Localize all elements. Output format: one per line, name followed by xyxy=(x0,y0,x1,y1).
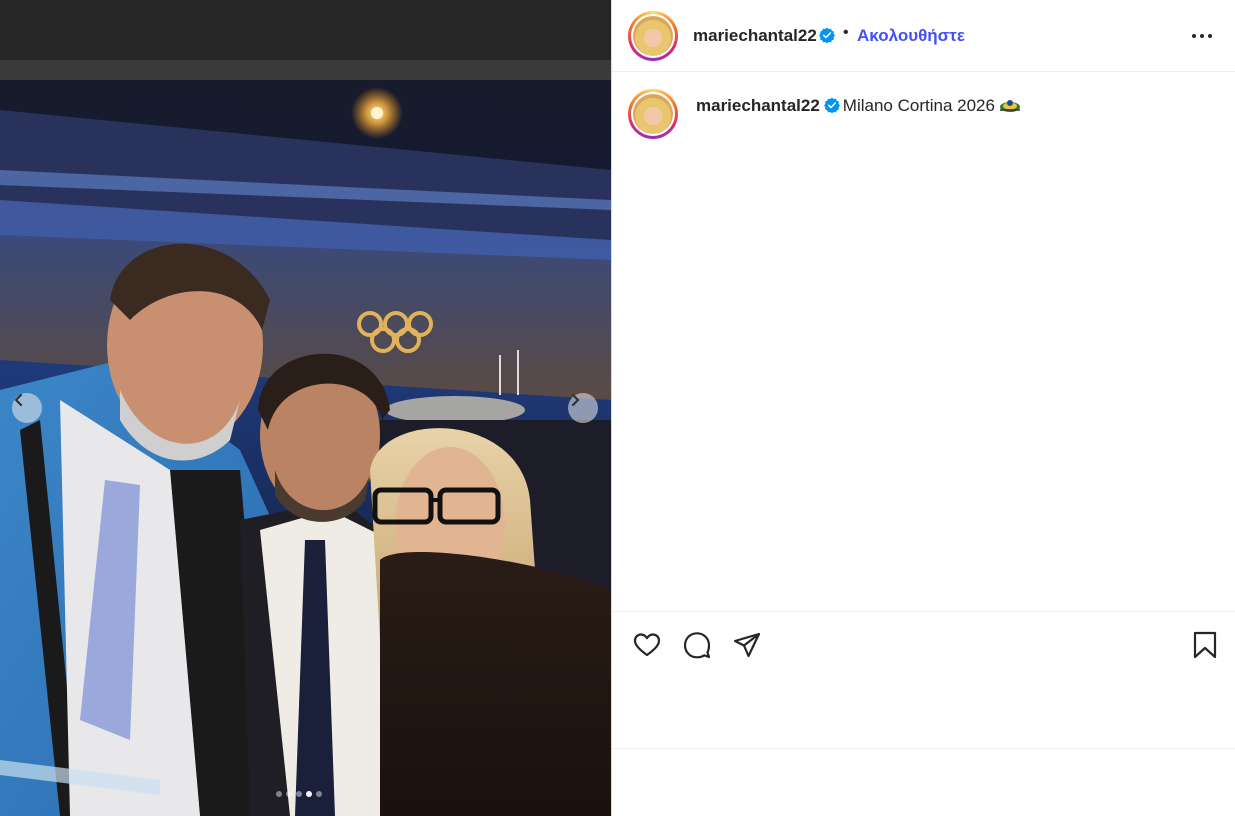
comment-icon[interactable] xyxy=(682,630,712,660)
sled-emoji-icon xyxy=(999,100,1020,112)
caption-author-avatar[interactable] xyxy=(628,89,678,139)
caption-text: Milano Cortina 2026 xyxy=(842,96,995,115)
separator-bullet: • xyxy=(843,24,849,41)
carousel-dot xyxy=(276,791,282,797)
carousel-dot xyxy=(316,791,322,797)
carousel-next-button[interactable] xyxy=(568,393,598,423)
paper-plane-icon[interactable] xyxy=(732,630,762,660)
post-header: mariechantal22 • Ακολουθήστε xyxy=(612,0,1235,72)
heart-icon[interactable] xyxy=(632,630,662,660)
verified-badge-icon xyxy=(819,27,835,43)
chevron-left-icon xyxy=(14,393,23,407)
follow-button[interactable]: Ακολουθήστε xyxy=(857,26,965,46)
carousel-dot xyxy=(286,791,292,797)
caption-username[interactable]: mariechantal22 xyxy=(696,96,820,115)
actions-bottom-divider xyxy=(612,748,1235,749)
author-username[interactable]: mariechantal22 xyxy=(693,26,817,46)
profile-photo xyxy=(633,16,673,56)
bookmark-icon[interactable] xyxy=(1190,630,1220,660)
carousel-dot xyxy=(296,791,302,797)
author-avatar[interactable] xyxy=(628,11,678,61)
stadium-selfie-image xyxy=(0,0,611,816)
more-options-icon[interactable] xyxy=(1190,26,1214,46)
post-photo[interactable] xyxy=(0,0,611,816)
profile-photo xyxy=(633,94,673,134)
caption: mariechantal22 Milano Cortina 2026 xyxy=(696,96,1021,116)
chevron-right-icon xyxy=(571,393,580,407)
carousel-previous-button[interactable] xyxy=(12,393,42,423)
post-actions-bar xyxy=(612,611,1235,749)
post-side-panel: mariechantal22 • Ακολουθήστε mariechanta… xyxy=(612,0,1235,816)
carousel-dots xyxy=(276,791,322,797)
verified-badge-icon xyxy=(823,97,840,113)
carousel-dot xyxy=(306,791,312,797)
